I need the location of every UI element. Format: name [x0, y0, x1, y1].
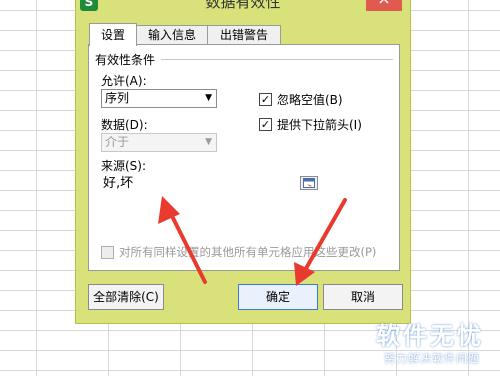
watermark-title: 软件无忧: [376, 322, 484, 350]
tab-settings[interactable]: 设置: [89, 23, 137, 46]
watermark-subtitle: 努力解决软件问题: [384, 352, 480, 365]
arrow-to-source-icon: [158, 196, 207, 284]
arrow-to-ok-icon: [294, 198, 347, 286]
watermark: 软件无忧 努力解决软件问题: [368, 316, 500, 376]
